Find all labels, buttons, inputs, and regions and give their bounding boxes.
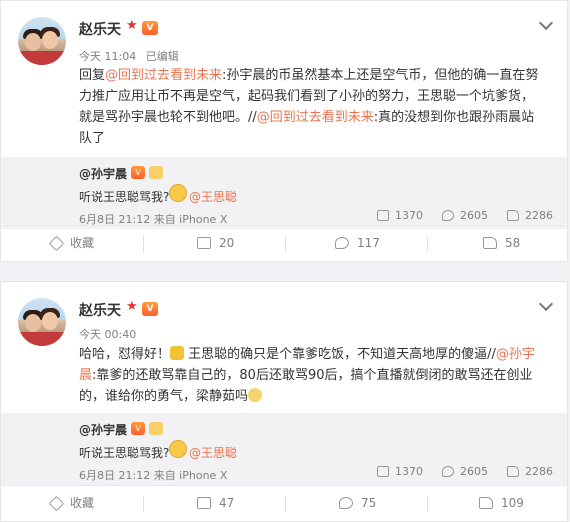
like-button[interactable]: 58	[483, 226, 520, 261]
smile-emoji-icon	[169, 440, 187, 458]
post-text: 哈哈，怼得好！ 王思聪的确只是个靠爹吃饭，不知道天高地厚的傻逼//@孙宇 晨:靠…	[79, 344, 549, 407]
comment-count: 117	[357, 236, 380, 250]
like-count[interactable]: 2286	[507, 209, 553, 222]
repost-count-value: 1370	[395, 465, 423, 478]
favorite-button[interactable]: 收藏	[48, 486, 95, 521]
forward-icon	[197, 497, 211, 509]
text-segment: 哈哈，怼得好！	[79, 347, 171, 362]
text-segment: 的，谁给你的勇气，梁静茹吗	[79, 389, 249, 404]
comment-count-value: 2605	[460, 209, 488, 222]
text-segment: 就是骂孙宇晨也轮不到他吧。//	[79, 110, 257, 125]
action-bar: 收藏 20 117 58	[1, 225, 567, 261]
favorite-button[interactable]: 收藏	[48, 226, 95, 261]
favorite-icon	[48, 235, 65, 252]
chevron-down-icon[interactable]	[538, 15, 554, 31]
weibo-post-card: 赵乐天 ★ V 今天 00:40 哈哈，怼得好！ 王思聪的确只是个靠爹吃饭，不知…	[0, 281, 568, 522]
action-bar: 收藏 47 75 109	[1, 485, 567, 521]
forward-button[interactable]: 20	[197, 226, 234, 261]
mention-link[interactable]: @回到过去看到未来	[257, 110, 374, 125]
forward-count: 20	[219, 236, 235, 250]
like-count: 58	[505, 236, 521, 250]
member-badge-icon	[149, 166, 163, 179]
text-line: 力推广应用让币不再是空气，起码我们看到了小孙的努力，王思聪一个坑爹货，	[79, 89, 535, 104]
comment-icon	[335, 237, 349, 249]
vip-badge-icon: V	[142, 21, 158, 35]
avatar[interactable]	[18, 298, 66, 346]
like-icon	[507, 210, 519, 221]
like-count-value: 2286	[525, 465, 553, 478]
forward-count: 47	[219, 496, 235, 510]
repost-box[interactable]: @孙宇晨 V 听说王思聪骂我? @王思聪 6月8日 21:12 来自 iPhon…	[1, 157, 567, 229]
vip-badge-icon: V	[131, 166, 145, 179]
forward-icon	[377, 210, 389, 221]
repost-count[interactable]: 1370	[377, 209, 423, 222]
text-line: 队了	[79, 131, 106, 146]
member-badge-icon	[149, 422, 163, 435]
repost-text: 听说王思聪骂我?	[79, 446, 170, 460]
like-icon	[479, 497, 493, 509]
post-time[interactable]: 今天 11:04	[79, 50, 136, 63]
comment-button[interactable]: 117	[335, 226, 380, 261]
like-icon	[483, 237, 497, 249]
repost-user[interactable]: @孙宇晨	[79, 421, 127, 438]
vip-badge-icon: V	[131, 422, 145, 435]
post-meta: 今天 00:40	[79, 326, 136, 342]
edited-label[interactable]: 已编辑	[146, 50, 179, 63]
like-button[interactable]: 109	[479, 486, 524, 521]
text-segment: 王思聪的确只是个靠爹吃饭，不知道天高地厚的傻逼//	[184, 347, 496, 362]
mention-link[interactable]: @王思聪	[189, 188, 237, 205]
comment-icon	[442, 466, 454, 477]
text-segment: :真的没想到你也跟孙雨晨站	[373, 110, 535, 125]
post-text: 回复@回到过去看到未来:孙宇晨的币虽然基本上还是空气币，但他的确一直在努 力推广…	[79, 65, 549, 149]
repost-count[interactable]: 1370	[377, 465, 423, 478]
forward-button[interactable]: 47	[197, 486, 234, 521]
post-time[interactable]: 今天 00:40	[79, 328, 136, 341]
repost-user[interactable]: @孙宇晨	[79, 165, 127, 182]
mention-link[interactable]: @回到过去看到未来	[105, 68, 222, 83]
repost-meta: 6月8日 21:12 来自 iPhone X	[79, 469, 228, 482]
reply-prefix: 回复	[79, 68, 106, 83]
text-segment: :靠爹的还敢骂靠自己的，80后还敢骂90后，搞个直播就倒闭的敢骂还在创业	[92, 368, 533, 383]
comment-count: 75	[361, 496, 377, 510]
like-icon	[507, 466, 519, 477]
mention-link[interactable]: @孙宇	[496, 347, 535, 362]
text-segment: :孙宇晨的币虽然基本上还是空气币，但他的确一直在努	[222, 68, 539, 83]
favorite-label: 收藏	[70, 236, 95, 250]
chevron-down-icon[interactable]	[538, 296, 554, 312]
favorite-icon	[48, 495, 65, 512]
cat-emoji-icon	[248, 388, 263, 402]
vip-badge-icon: V	[142, 302, 158, 316]
comment-icon	[339, 497, 353, 509]
star-icon: ★	[126, 18, 138, 33]
weibo-post-card: 赵乐天 ★ V 今天 11:04 已编辑 回复@回到过去看到未来:孙宇晨的币虽然…	[0, 0, 568, 262]
comment-count[interactable]: 2605	[442, 465, 488, 478]
like-count: 109	[501, 496, 524, 510]
repost-box[interactable]: @孙宇晨 V 听说王思聪骂我? @王思聪 6月8日 21:12 来自 iPhon…	[1, 413, 567, 485]
favorite-label: 收藏	[70, 496, 95, 510]
mention-link[interactable]: @王思聪	[189, 444, 237, 461]
repost-count-value: 1370	[395, 209, 423, 222]
star-icon: ★	[126, 299, 138, 314]
comment-button[interactable]: 75	[339, 486, 376, 521]
forward-icon	[197, 237, 211, 249]
like-count[interactable]: 2286	[507, 465, 553, 478]
repost-text: 听说王思聪骂我?	[79, 190, 170, 204]
smile-emoji-icon	[169, 184, 187, 202]
comment-count-value: 2605	[460, 465, 488, 478]
like-count-value: 2286	[525, 209, 553, 222]
forward-icon	[377, 466, 389, 477]
post-meta: 今天 11:04 已编辑	[79, 48, 179, 64]
mention-link[interactable]: 晨	[79, 368, 92, 383]
comment-count[interactable]: 2605	[442, 209, 488, 222]
comment-icon	[442, 210, 454, 221]
thumbs-up-emoji-icon	[170, 346, 185, 360]
author-name[interactable]: 赵乐天	[79, 19, 121, 39]
author-name[interactable]: 赵乐天	[79, 300, 121, 320]
avatar[interactable]	[18, 17, 66, 65]
